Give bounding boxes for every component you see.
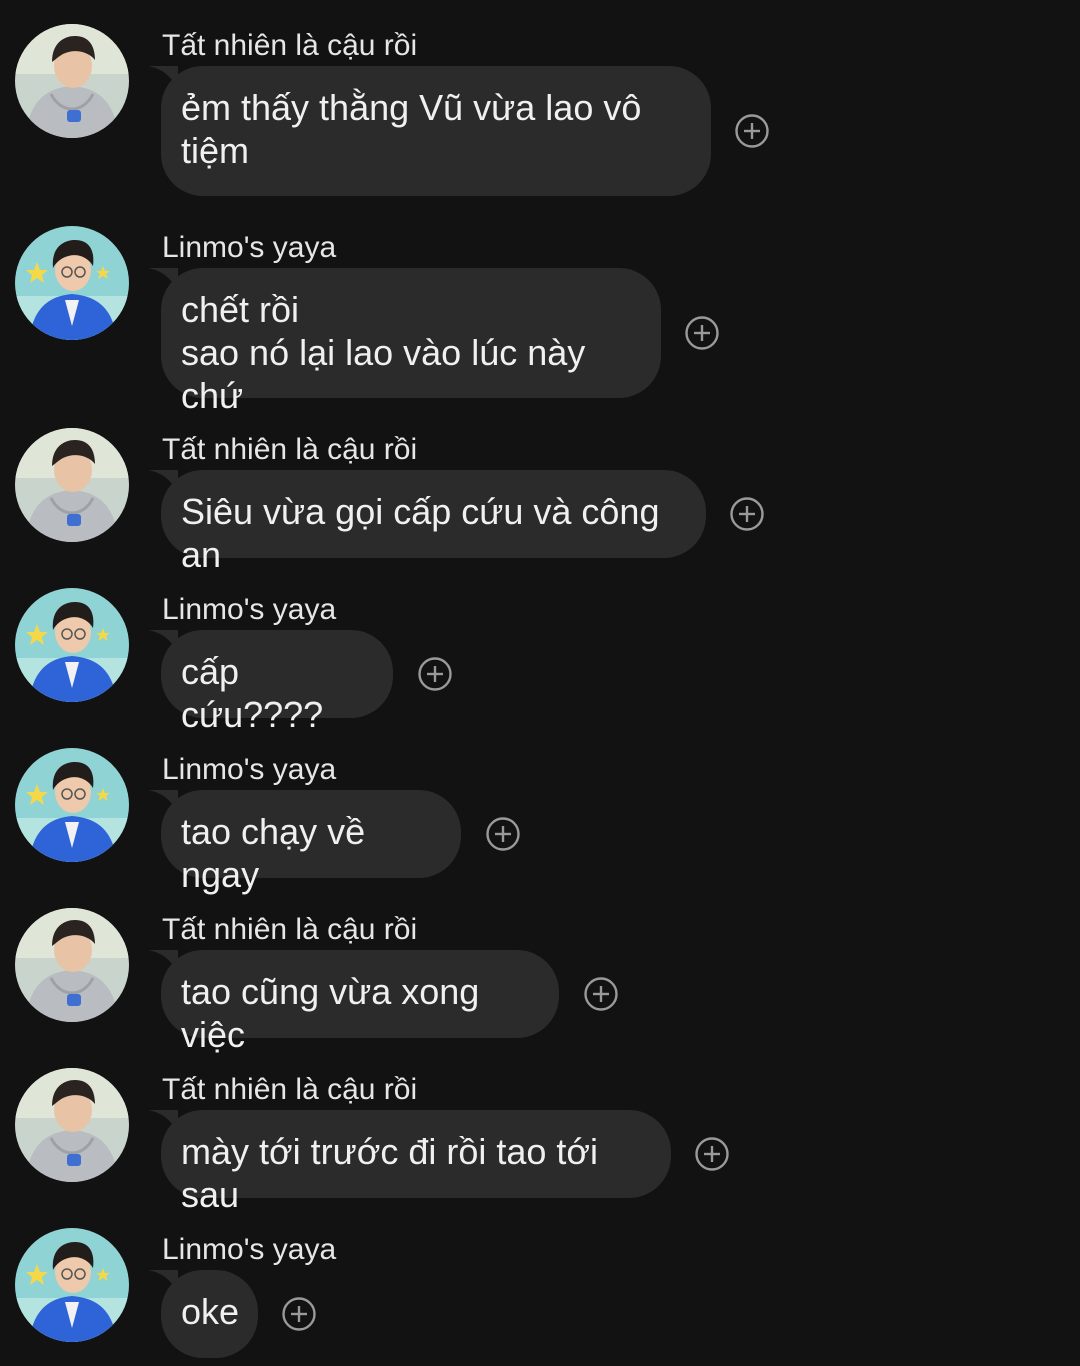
sender-name: Linmo's yaya bbox=[162, 231, 337, 264]
avatar-gray-hoodie[interactable] bbox=[15, 24, 129, 138]
add-reaction-icon[interactable] bbox=[735, 114, 769, 148]
message-bubble[interactable]: chết rồi sao nó lại lao vào lúc này chứ bbox=[161, 268, 661, 416]
sender-name: Tất nhiên là cậu rồi bbox=[162, 29, 418, 62]
message-bubble[interactable]: ẻm thấy thằng Vũ vừa lao vô tiệm bbox=[161, 66, 711, 196]
avatar-gray-hoodie[interactable] bbox=[15, 1068, 129, 1182]
message-bubble[interactable]: Siêu vừa gọi cấp cứu và công an bbox=[161, 470, 706, 575]
add-reaction-icon[interactable] bbox=[282, 1297, 316, 1331]
add-reaction-icon[interactable] bbox=[486, 817, 520, 851]
sender-name: Linmo's yaya bbox=[162, 1233, 337, 1266]
message-bubble[interactable]: tao chạy về ngay bbox=[161, 790, 461, 895]
add-reaction-icon[interactable] bbox=[685, 316, 719, 350]
message-bubble[interactable]: oke bbox=[161, 1270, 258, 1358]
avatar-blue-jacket[interactable] bbox=[15, 748, 129, 862]
sender-name: Tất nhiên là cậu rồi bbox=[162, 433, 418, 466]
add-reaction-icon[interactable] bbox=[584, 977, 618, 1011]
sender-name: Tất nhiên là cậu rồi bbox=[162, 1073, 418, 1106]
add-reaction-icon[interactable] bbox=[418, 657, 452, 691]
message-bubble[interactable]: mày tới trước đi rồi tao tới sau bbox=[161, 1110, 671, 1215]
add-reaction-icon[interactable] bbox=[695, 1137, 729, 1171]
sender-name: Linmo's yaya bbox=[162, 593, 337, 626]
avatar-gray-hoodie[interactable] bbox=[15, 428, 129, 542]
avatar-gray-hoodie[interactable] bbox=[15, 908, 129, 1022]
sender-name: Linmo's yaya bbox=[162, 753, 337, 786]
message-bubble[interactable]: tao cũng vừa xong việc bbox=[161, 950, 559, 1055]
avatar-blue-jacket[interactable] bbox=[15, 226, 129, 340]
sender-name: Tất nhiên là cậu rồi bbox=[162, 913, 418, 946]
add-reaction-icon[interactable] bbox=[730, 497, 764, 531]
avatar-blue-jacket[interactable] bbox=[15, 588, 129, 702]
message-bubble[interactable]: cấp cứu???? bbox=[161, 630, 393, 735]
avatar-blue-jacket[interactable] bbox=[15, 1228, 129, 1342]
chat-thread: Tất nhiên là cậu rồi ẻm thấy thằng Vũ vừ… bbox=[0, 0, 1080, 1366]
